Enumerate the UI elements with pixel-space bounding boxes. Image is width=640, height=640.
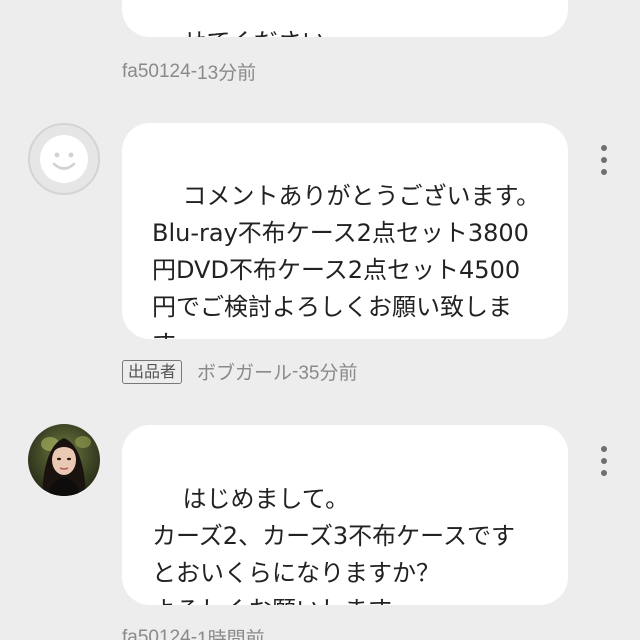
comment-author[interactable]: fa50124: [122, 61, 191, 83]
comment-author[interactable]: ボブガール: [197, 358, 292, 385]
comment-meta: 出品者 ボブガール - 35分前: [122, 358, 358, 385]
comment-text: はじめまして。 カーズ2、カーズ3不布ケースです とおいくらになりますか？ よろ…: [152, 485, 515, 605]
comment-meta: fa50124 - 13分前: [122, 58, 256, 85]
comment-text: せてください。: [183, 28, 350, 37]
more-vert-icon: [601, 446, 607, 452]
portrait-image: [28, 424, 100, 496]
more-vert-icon: [601, 145, 607, 151]
user-photo-avatar[interactable]: [28, 424, 100, 496]
smiley-face-icon: [40, 135, 88, 183]
comment-time: 13分前: [197, 63, 257, 84]
comment-time: 1時間前: [197, 629, 265, 640]
comment-menu-button[interactable]: [594, 145, 614, 175]
comment-text: コメントありがとうございます。 Blu-ray不布ケース2点セット3800 円D…: [152, 182, 541, 339]
comment-thread: せてください。 fa50124 - 13分前 コメントありがとうございます。 B…: [0, 0, 640, 640]
comment-author[interactable]: fa50124: [122, 627, 191, 640]
comment-meta: fa50124 - 1時間前: [122, 624, 265, 640]
seller-badge: 出品者: [122, 359, 183, 384]
comment-bubble: コメントありがとうございます。 Blu-ray不布ケース2点セット3800 円D…: [122, 123, 568, 339]
comment-menu-button[interactable]: [594, 446, 614, 476]
comment-time: 35分前: [298, 363, 358, 384]
comment-bubble: せてください。: [122, 0, 568, 37]
seller-avatar[interactable]: [28, 123, 100, 195]
comment-bubble: はじめまして。 カーズ2、カーズ3不布ケースです とおいくらになりますか？ よろ…: [122, 425, 568, 605]
